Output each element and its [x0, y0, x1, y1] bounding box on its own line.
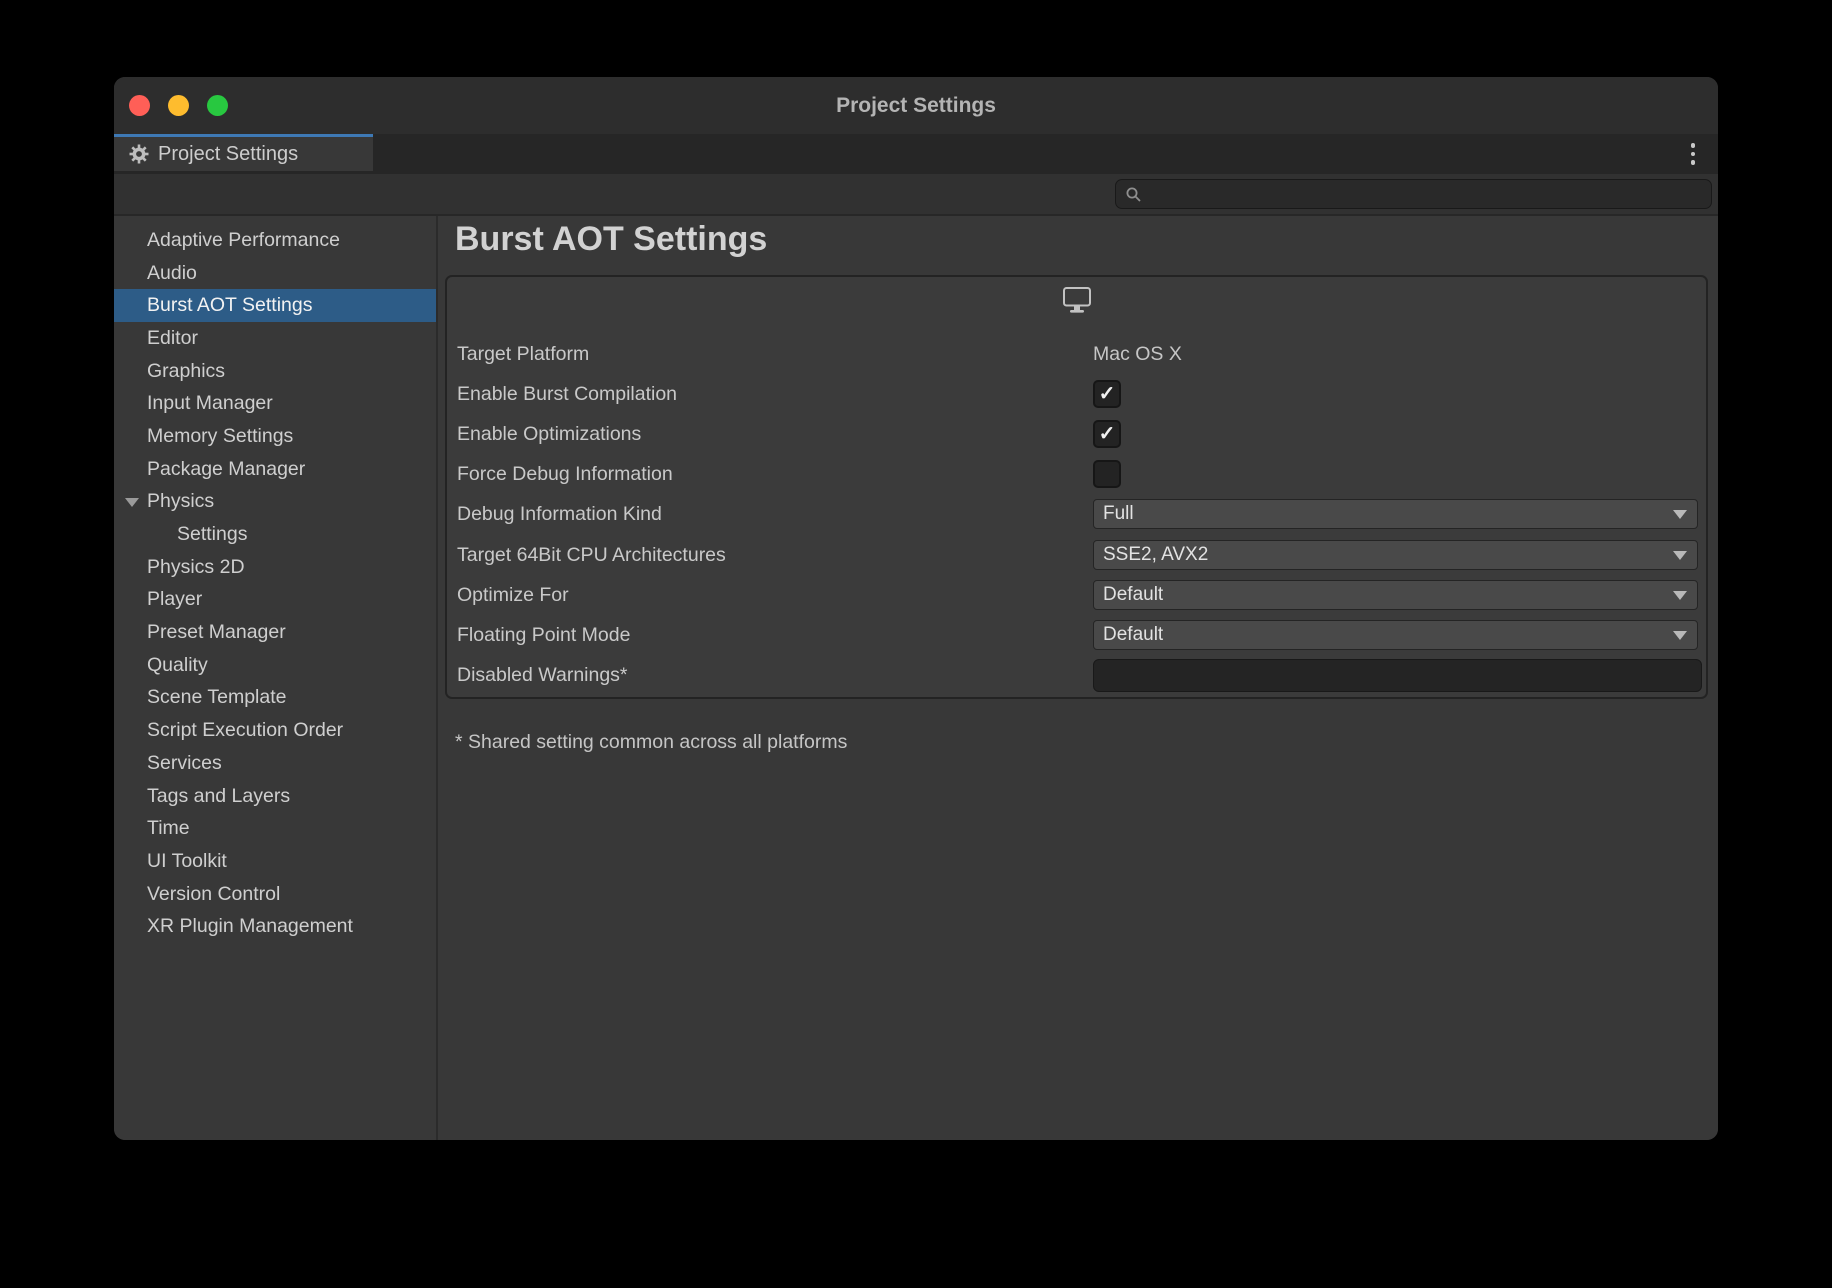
field-label: Target Platform — [457, 343, 589, 366]
sidebar-item-time[interactable]: Time — [114, 812, 436, 845]
force-debug-information-checkbox[interactable] — [1093, 460, 1121, 488]
chevron-down-icon — [1673, 591, 1687, 600]
field-label: Target 64Bit CPU Architectures — [457, 544, 726, 567]
chevron-down-icon — [1673, 510, 1687, 519]
optimize-for-dropdown[interactable]: Default — [1093, 580, 1698, 610]
shared-setting-footnote: * Shared setting common across all platf… — [455, 731, 847, 754]
titlebar: Project Settings — [114, 77, 1718, 134]
sidebar-item-services[interactable]: Services — [114, 747, 436, 780]
tab-project-settings[interactable]: Project Settings — [114, 134, 373, 171]
row-target-64bit-cpu-architectures: Target 64Bit CPU Architectures SSE2, AVX… — [457, 540, 1698, 570]
check-icon: ✓ — [1099, 424, 1116, 444]
check-icon: ✓ — [1099, 384, 1116, 404]
sidebar-item-ui-toolkit[interactable]: UI Toolkit — [114, 845, 436, 878]
sidebar-item-memory-settings[interactable]: Memory Settings — [114, 420, 436, 453]
search-field[interactable] — [1115, 179, 1712, 209]
field-label: Enable Optimizations — [457, 423, 641, 446]
chevron-down-icon — [1673, 551, 1687, 560]
target-64bit-cpu-architectures-dropdown[interactable]: SSE2, AVX2 — [1093, 540, 1698, 570]
row-disabled-warnings: Disabled Warnings* — [457, 659, 1698, 692]
row-force-debug-information: Force Debug Information — [457, 459, 1698, 489]
sidebar-item-package-manager[interactable]: Package Manager — [114, 453, 436, 486]
row-enable-optimizations: Enable Optimizations ✓ — [457, 419, 1698, 449]
sidebar-item-graphics[interactable]: Graphics — [114, 355, 436, 388]
search-icon — [1125, 186, 1142, 203]
field-label: Disabled Warnings* — [457, 664, 628, 687]
sidebar-item-burst-aot-settings[interactable]: Burst AOT Settings — [114, 289, 436, 322]
sidebar-item-quality[interactable]: Quality — [114, 649, 436, 682]
project-settings-window: Project Settings Project Settings — [114, 77, 1718, 1140]
row-enable-burst-compilation: Enable Burst Compilation ✓ — [457, 379, 1698, 409]
target-platform-value: Mac OS X — [1093, 343, 1182, 366]
sidebar-item-adaptive-performance[interactable]: Adaptive Performance — [114, 224, 436, 257]
field-label: Floating Point Mode — [457, 624, 630, 647]
row-target-platform: Target Platform Mac OS X — [457, 339, 1698, 369]
chevron-down-icon — [1673, 631, 1687, 640]
sidebar-item-audio[interactable]: Audio — [114, 257, 436, 290]
field-label: Enable Burst Compilation — [457, 383, 677, 406]
row-optimize-for: Optimize For Default — [457, 580, 1698, 610]
chevron-down-icon[interactable] — [125, 498, 139, 507]
sidebar-item-input-manager[interactable]: Input Manager — [114, 387, 436, 420]
main-pane: Burst AOT Settings Target Platform Mac O… — [438, 216, 1718, 1140]
burst-settings-panel: Target Platform Mac OS X Enable Burst Co… — [445, 275, 1708, 699]
enable-burst-compilation-checkbox[interactable]: ✓ — [1093, 380, 1121, 408]
field-label: Force Debug Information — [457, 463, 673, 486]
gear-icon — [129, 144, 149, 164]
platform-tab-bar — [447, 285, 1706, 317]
sidebar-item-editor[interactable]: Editor — [114, 322, 436, 355]
page-title: Burst AOT Settings — [455, 220, 767, 259]
tab-label: Project Settings — [158, 143, 298, 166]
sidebar-item-player[interactable]: Player — [114, 584, 436, 617]
field-label: Debug Information Kind — [457, 503, 662, 526]
sidebar-item-version-control[interactable]: Version Control — [114, 878, 436, 911]
search-input[interactable] — [1148, 179, 1711, 209]
field-label: Optimize For — [457, 584, 569, 607]
monitor-icon[interactable] — [1060, 285, 1094, 317]
sidebar-item-physics-2d[interactable]: Physics 2D — [114, 551, 436, 584]
row-floating-point-mode: Floating Point Mode Default — [457, 620, 1698, 650]
sidebar-item-scene-template[interactable]: Scene Template — [114, 682, 436, 715]
toolbar — [114, 174, 1718, 216]
floating-point-mode-dropdown[interactable]: Default — [1093, 620, 1698, 650]
tab-strip: Project Settings — [114, 134, 1718, 174]
sidebar-item-physics[interactable]: Physics — [114, 486, 436, 519]
row-debug-information-kind: Debug Information Kind Full — [457, 499, 1698, 529]
sidebar-item-preset-manager[interactable]: Preset Manager — [114, 616, 436, 649]
sidebar-item-xr-plugin-management[interactable]: XR Plugin Management — [114, 910, 436, 943]
settings-sidebar: Adaptive Performance Audio Burst AOT Set… — [114, 216, 436, 1140]
sidebar-item-script-execution-order[interactable]: Script Execution Order — [114, 714, 436, 747]
enable-optimizations-checkbox[interactable]: ✓ — [1093, 420, 1121, 448]
disabled-warnings-input[interactable] — [1093, 659, 1702, 692]
window-title: Project Settings — [114, 77, 1718, 134]
kebab-menu-icon[interactable] — [1684, 142, 1702, 166]
content: Adaptive Performance Audio Burst AOT Set… — [114, 216, 1718, 1140]
sidebar-item-tags-and-layers[interactable]: Tags and Layers — [114, 780, 436, 813]
sidebar-item-physics-settings[interactable]: Settings — [114, 518, 436, 551]
debug-information-kind-dropdown[interactable]: Full — [1093, 499, 1698, 529]
